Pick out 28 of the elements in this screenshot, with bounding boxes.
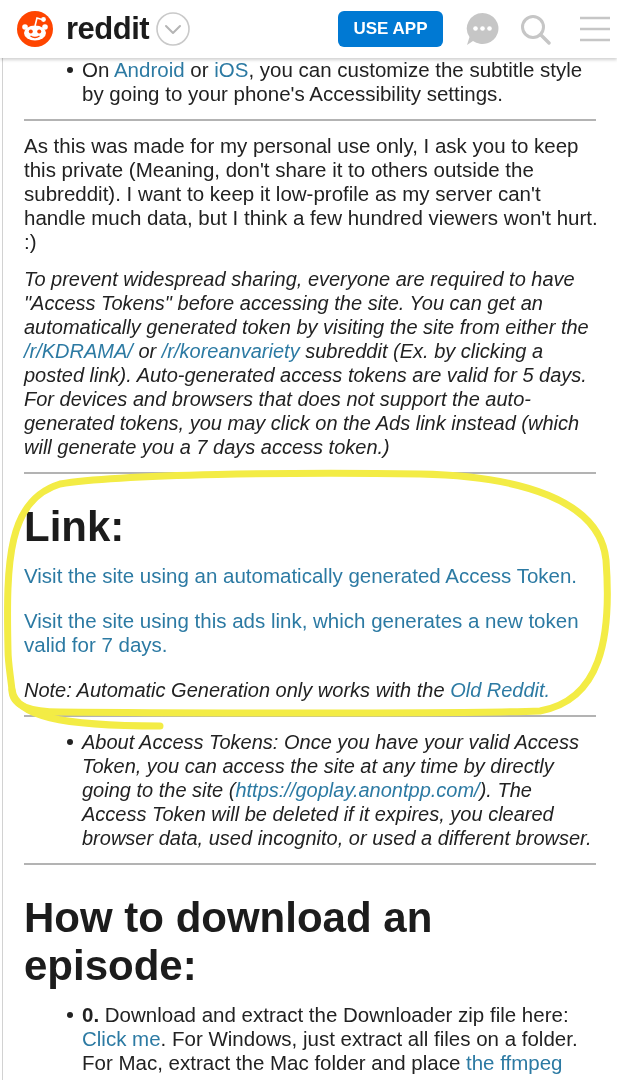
logo-wordmark[interactable]: reddit (66, 11, 150, 47)
link[interactable]: /r/KDRAMA/ (24, 340, 133, 362)
link[interactable]: Click me (82, 1027, 161, 1050)
bullet-icon (67, 67, 73, 73)
menu-icon[interactable] (579, 16, 611, 42)
bullet-icon (67, 739, 73, 745)
link[interactable]: the ffmpeg (466, 1051, 563, 1074)
chat-bubble-icon[interactable] (465, 12, 500, 46)
link[interactable]: https://goplay.anontpp.com/ (235, 779, 480, 801)
link[interactable]: iOS (214, 58, 249, 81)
list-item-text: About Access Tokens: Once you have your valid Access Token, you can access the site at any time by directly going to the site (https://goplay.anontpp.com/). The Access Token will be deleted if it expires, you cleared browser data, used incognito, or used a different browser. (82, 730, 593, 850)
list-item-text: 0. Download and extract the Downloader zip file here: Click me. For Windows, just extract all files on a folder. For Mac, extract the Mac folder and place the ffmpeg (82, 1003, 579, 1075)
paragraph: To prevent widespread sharing, everyone are required to have "Access Tokens" before accessing the site. You can get an automatically generated token by visiting the site from either the /r/KDRAMA/ or /r/koreanvariety subreddit (Ex. by clicking a posted link). Auto-generated access tokens are valid for 5 days. For devices and browsers that does not support the auto-generated tokens, you may click on the Ads link instead (which will generate you a 7 days access token.) (24, 267, 590, 459)
section-heading: How to download an episode: (24, 894, 434, 990)
link[interactable]: /r/koreanvariety (161, 340, 300, 362)
paragraph: Note: Automatic Generation only works with the Old Reddit. (24, 678, 552, 702)
link[interactable]: Visit the site using this ads link, which generates a new token valid for 7 days. (24, 609, 606, 657)
alien-face-icon[interactable] (17, 11, 53, 47)
search-icon[interactable] (520, 13, 551, 45)
chevron-down-icon[interactable] (156, 12, 191, 46)
link[interactable]: Android (113, 58, 185, 81)
section-heading: Link: (24, 503, 126, 551)
bullet-icon (67, 1012, 73, 1018)
paragraph: As this was made for my personal use only, I ask you to keep this private (Meaning, don't share it to others outside the subreddit). I want to keep it low-profile as my server can't handle much data, but I think a few hundred viewers won't hurt. :) (24, 134, 599, 254)
link[interactable]: Visit the site using an automatically generated Access Token. (24, 564, 606, 588)
list-item-text: On Android or iOS, you can customize the subtitle style by going to your phone's Accessibility settings. (82, 58, 584, 106)
link[interactable]: Old Reddit. (450, 679, 551, 701)
use-app-button[interactable]: USE APP (338, 11, 443, 47)
